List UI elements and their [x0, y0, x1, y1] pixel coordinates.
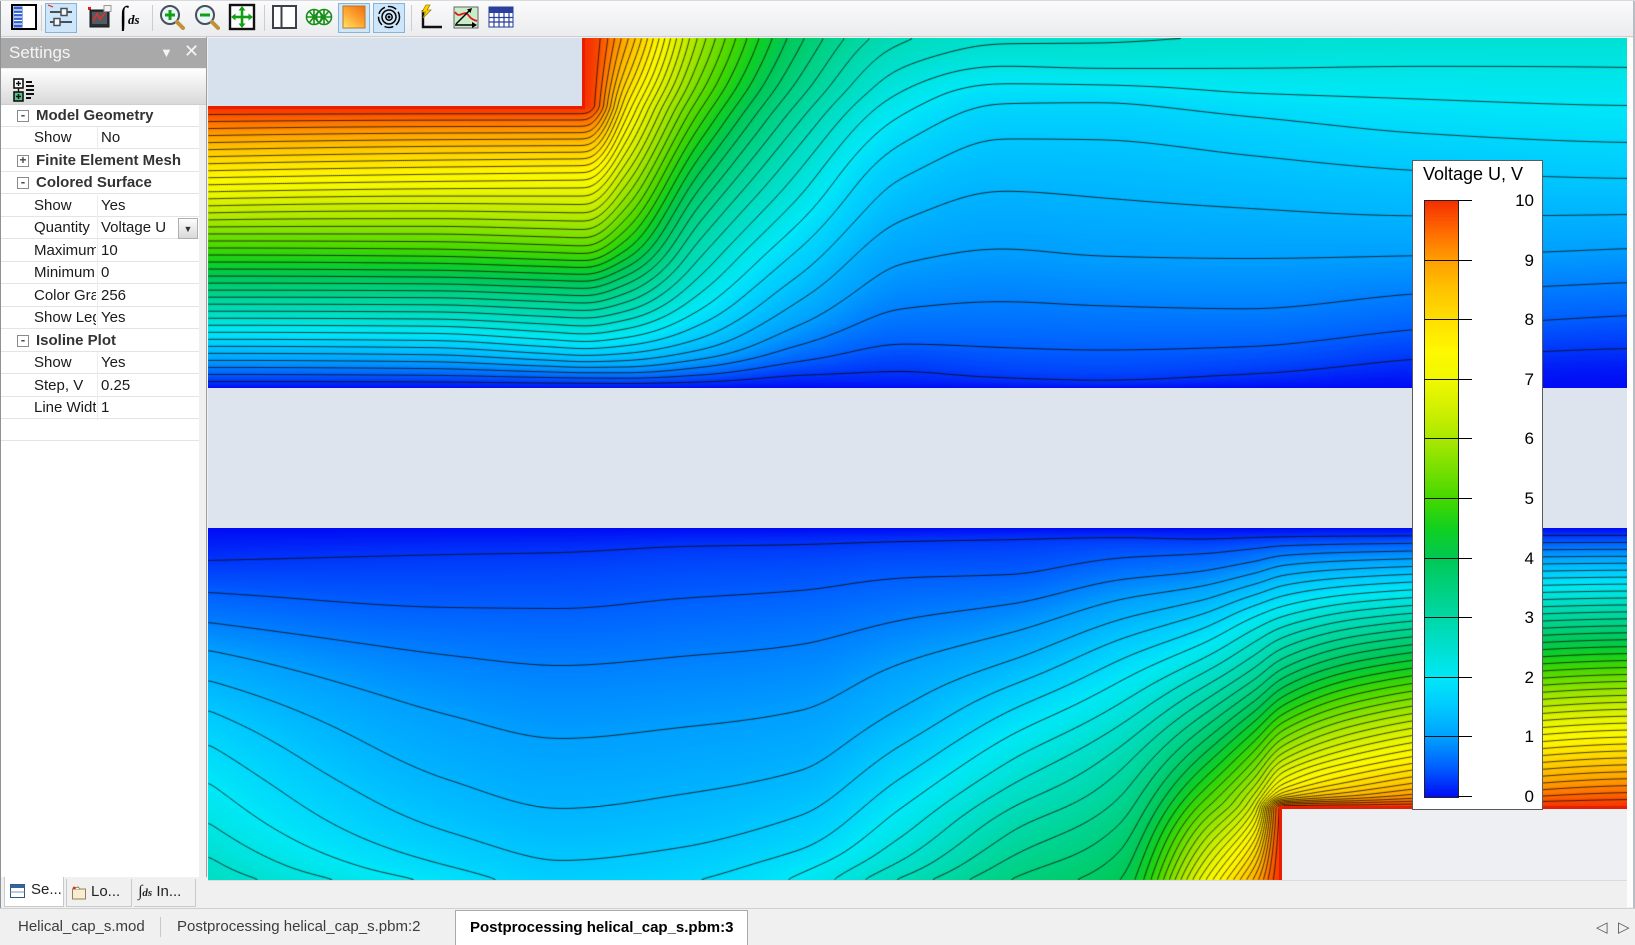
svg-text:ds: ds	[128, 12, 140, 27]
